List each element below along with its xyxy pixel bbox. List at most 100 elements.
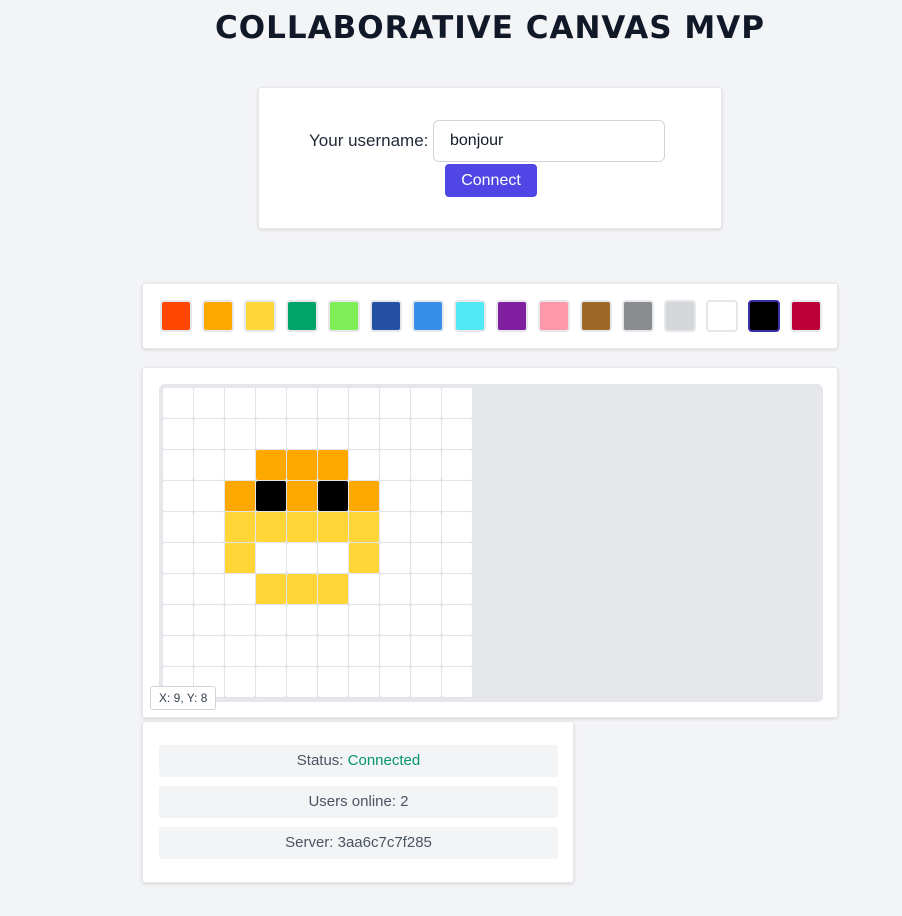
- color-swatch[interactable]: [622, 300, 654, 332]
- pixel-cell[interactable]: [380, 636, 410, 666]
- pixel-cell[interactable]: [442, 388, 472, 418]
- pixel-cell[interactable]: [411, 512, 441, 542]
- pixel-cell[interactable]: [318, 512, 348, 542]
- pixel-cell[interactable]: [287, 512, 317, 542]
- pixel-cell[interactable]: [163, 450, 193, 480]
- pixel-cell[interactable]: [380, 388, 410, 418]
- pixel-cell[interactable]: [318, 481, 348, 511]
- pixel-cell[interactable]: [163, 543, 193, 573]
- color-swatch[interactable]: [160, 300, 192, 332]
- pixel-cell[interactable]: [318, 667, 348, 697]
- pixel-cell[interactable]: [349, 450, 379, 480]
- pixel-cell[interactable]: [349, 543, 379, 573]
- color-swatch[interactable]: [286, 300, 318, 332]
- color-swatch[interactable]: [328, 300, 360, 332]
- pixel-cell[interactable]: [442, 636, 472, 666]
- pixel-cell[interactable]: [225, 512, 255, 542]
- pixel-cell[interactable]: [163, 636, 193, 666]
- pixel-cell[interactable]: [411, 450, 441, 480]
- pixel-cell[interactable]: [194, 574, 224, 604]
- color-swatch[interactable]: [580, 300, 612, 332]
- pixel-cell[interactable]: [411, 543, 441, 573]
- color-swatch[interactable]: [664, 300, 696, 332]
- pixel-cell[interactable]: [287, 481, 317, 511]
- pixel-cell[interactable]: [225, 481, 255, 511]
- pixel-cell[interactable]: [225, 636, 255, 666]
- pixel-cell[interactable]: [163, 574, 193, 604]
- pixel-cell[interactable]: [411, 481, 441, 511]
- pixel-cell[interactable]: [225, 543, 255, 573]
- color-swatch[interactable]: [370, 300, 402, 332]
- pixel-cell[interactable]: [287, 574, 317, 604]
- pixel-cell[interactable]: [163, 388, 193, 418]
- pixel-cell[interactable]: [194, 450, 224, 480]
- pixel-cell[interactable]: [256, 419, 286, 449]
- pixel-cell[interactable]: [318, 574, 348, 604]
- pixel-cell[interactable]: [349, 605, 379, 635]
- pixel-cell[interactable]: [349, 667, 379, 697]
- color-swatch[interactable]: [706, 300, 738, 332]
- pixel-cell[interactable]: [442, 419, 472, 449]
- pixel-cell[interactable]: [163, 481, 193, 511]
- color-swatch[interactable]: [412, 300, 444, 332]
- pixel-cell[interactable]: [194, 481, 224, 511]
- pixel-cell[interactable]: [194, 605, 224, 635]
- pixel-cell[interactable]: [225, 419, 255, 449]
- pixel-cell[interactable]: [442, 543, 472, 573]
- pixel-cell[interactable]: [256, 636, 286, 666]
- pixel-cell[interactable]: [349, 636, 379, 666]
- color-swatch[interactable]: [790, 300, 822, 332]
- pixel-cell[interactable]: [380, 450, 410, 480]
- pixel-cell[interactable]: [256, 512, 286, 542]
- pixel-cell[interactable]: [349, 512, 379, 542]
- pixel-cell[interactable]: [411, 636, 441, 666]
- pixel-cell[interactable]: [380, 667, 410, 697]
- pixel-cell[interactable]: [442, 605, 472, 635]
- pixel-cell[interactable]: [349, 574, 379, 604]
- pixel-cell[interactable]: [380, 512, 410, 542]
- pixel-cell[interactable]: [194, 419, 224, 449]
- pixel-grid[interactable]: [163, 388, 473, 698]
- pixel-cell[interactable]: [442, 667, 472, 697]
- pixel-cell[interactable]: [225, 388, 255, 418]
- color-swatch[interactable]: [496, 300, 528, 332]
- pixel-cell[interactable]: [442, 481, 472, 511]
- pixel-cell[interactable]: [163, 605, 193, 635]
- pixel-cell[interactable]: [411, 388, 441, 418]
- pixel-cell[interactable]: [256, 450, 286, 480]
- pixel-cell[interactable]: [287, 605, 317, 635]
- connect-button[interactable]: Connect: [445, 164, 537, 197]
- pixel-cell[interactable]: [225, 667, 255, 697]
- pixel-cell[interactable]: [349, 388, 379, 418]
- pixel-cell[interactable]: [380, 605, 410, 635]
- pixel-cell[interactable]: [318, 636, 348, 666]
- pixel-cell[interactable]: [256, 667, 286, 697]
- pixel-cell[interactable]: [380, 481, 410, 511]
- pixel-cell[interactable]: [256, 543, 286, 573]
- pixel-cell[interactable]: [256, 481, 286, 511]
- pixel-cell[interactable]: [256, 388, 286, 418]
- pixel-cell[interactable]: [442, 450, 472, 480]
- pixel-cell[interactable]: [287, 450, 317, 480]
- pixel-cell[interactable]: [318, 450, 348, 480]
- username-input[interactable]: [433, 120, 665, 162]
- pixel-cell[interactable]: [411, 419, 441, 449]
- pixel-cell[interactable]: [287, 419, 317, 449]
- pixel-cell[interactable]: [318, 388, 348, 418]
- pixel-cell[interactable]: [163, 512, 193, 542]
- pixel-cell[interactable]: [287, 667, 317, 697]
- pixel-cell[interactable]: [349, 481, 379, 511]
- color-swatch[interactable]: [244, 300, 276, 332]
- pixel-cell[interactable]: [318, 419, 348, 449]
- pixel-cell[interactable]: [442, 512, 472, 542]
- pixel-cell[interactable]: [225, 574, 255, 604]
- pixel-cell[interactable]: [194, 512, 224, 542]
- pixel-cell[interactable]: [411, 574, 441, 604]
- pixel-cell[interactable]: [380, 543, 410, 573]
- pixel-cell[interactable]: [225, 450, 255, 480]
- pixel-cell[interactable]: [349, 419, 379, 449]
- pixel-cell[interactable]: [287, 543, 317, 573]
- pixel-cell[interactable]: [442, 574, 472, 604]
- pixel-cell[interactable]: [411, 605, 441, 635]
- pixel-cell[interactable]: [194, 636, 224, 666]
